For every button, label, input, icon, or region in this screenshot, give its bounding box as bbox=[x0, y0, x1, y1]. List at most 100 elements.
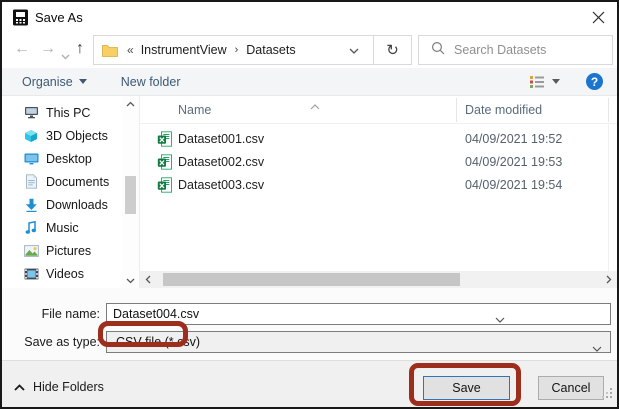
file-date-modified: 04/09/2021 19:54 bbox=[465, 178, 562, 192]
file-name: Dataset001.csv bbox=[178, 132, 264, 146]
organise-button[interactable]: Organise bbox=[22, 75, 87, 89]
table-row[interactable]: Dataset002.csv 04/09/2021 19:53 bbox=[140, 151, 617, 174]
pc-icon bbox=[23, 105, 39, 121]
chevron-down-icon bbox=[552, 79, 560, 84]
breadcrumb-instrumentview[interactable]: InstrumentView bbox=[141, 43, 227, 57]
csv-file-icon bbox=[157, 154, 172, 170]
close-icon[interactable] bbox=[589, 8, 607, 26]
pictures-icon bbox=[23, 243, 39, 259]
address-dropdown-icon[interactable] bbox=[335, 41, 373, 59]
new-folder-label: New folder bbox=[121, 75, 181, 89]
breadcrumb-separator-icon: › bbox=[235, 44, 239, 56]
column-headers: Name Date modified bbox=[140, 96, 617, 124]
sidebar-scrollbar[interactable] bbox=[122, 96, 139, 288]
footer-bar: Hide Folders Save Cancel bbox=[2, 360, 617, 407]
file-name: Dataset003.csv bbox=[178, 178, 264, 192]
app-icon bbox=[12, 9, 29, 26]
breadcrumb-datasets[interactable]: Datasets bbox=[246, 43, 295, 57]
sidebar-item-music[interactable]: Music bbox=[2, 216, 122, 239]
sidebar-item-documents[interactable]: Documents bbox=[2, 170, 122, 193]
command-bar: Organise New folder ? bbox=[2, 68, 617, 96]
file-name-label: File name: bbox=[2, 307, 100, 321]
refresh-icon[interactable]: ↻ bbox=[373, 36, 411, 64]
up-icon[interactable]: ↑ bbox=[76, 39, 84, 59]
desktop-icon bbox=[23, 151, 39, 167]
sidebar-item-label: Pictures bbox=[46, 244, 91, 258]
documents-icon bbox=[23, 174, 39, 190]
sidebar-item-label: Documents bbox=[46, 175, 109, 189]
new-folder-button[interactable]: New folder bbox=[121, 75, 181, 89]
scroll-down-icon[interactable] bbox=[122, 273, 139, 288]
save-as-type-label: Save as type: bbox=[2, 335, 100, 349]
save-fields: File name: Save as type: CSV file (*.csv… bbox=[2, 288, 617, 360]
main-area: This PC 3D Objects Desktop Documents Downloa… bbox=[2, 96, 617, 288]
chevron-down-icon bbox=[79, 79, 87, 84]
details-view-icon bbox=[529, 75, 545, 89]
search-input[interactable] bbox=[454, 43, 615, 57]
file-name: Dataset002.csv bbox=[178, 155, 264, 169]
file-list: Name Date modified Dataset001.csv 04/09/2… bbox=[139, 96, 617, 288]
scrollbar-thumb[interactable] bbox=[125, 176, 136, 214]
save-as-dialog: Save As ← → ↑ « InstrumentView › Dataset… bbox=[0, 0, 619, 409]
view-options-button[interactable] bbox=[529, 75, 560, 89]
history-chevron-icon[interactable] bbox=[61, 46, 70, 66]
horizontal-scrollbar[interactable] bbox=[140, 271, 617, 288]
help-button[interactable]: ? bbox=[586, 73, 603, 90]
save-as-type-select[interactable]: CSV file (*.csv) bbox=[106, 331, 611, 353]
file-date-modified: 04/09/2021 19:53 bbox=[465, 155, 562, 169]
table-row[interactable]: Dataset003.csv 04/09/2021 19:54 bbox=[140, 174, 617, 197]
sidebar-item-label: Videos bbox=[46, 267, 84, 281]
hide-folders-label: Hide Folders bbox=[33, 380, 104, 394]
videos-icon bbox=[23, 266, 39, 282]
forward-icon[interactable]: → bbox=[40, 39, 56, 59]
csv-file-icon bbox=[157, 131, 172, 147]
file-date-modified: 04/09/2021 19:52 bbox=[465, 132, 562, 146]
save-button[interactable]: Save bbox=[423, 376, 510, 400]
breadcrumb: « InstrumentView › Datasets bbox=[94, 36, 335, 64]
scroll-right-icon[interactable] bbox=[601, 271, 617, 288]
sidebar-item-label: 3D Objects bbox=[46, 129, 108, 143]
sort-ascending-icon[interactable] bbox=[310, 97, 320, 115]
resize-grip[interactable] bbox=[602, 386, 613, 404]
chevron-up-icon bbox=[14, 384, 25, 391]
window-title: Save As bbox=[35, 10, 83, 25]
sidebar-item-videos[interactable]: Videos bbox=[2, 262, 122, 285]
title-bar: Save As bbox=[2, 2, 617, 32]
file-name-input[interactable] bbox=[106, 303, 611, 325]
breadcrumb-prefix: « bbox=[127, 43, 134, 57]
table-row[interactable]: Dataset001.csv 04/09/2021 19:52 bbox=[140, 128, 617, 151]
navigation-pane: This PC 3D Objects Desktop Documents Downloa… bbox=[2, 96, 122, 288]
downloads-icon bbox=[23, 197, 39, 213]
search-icon bbox=[431, 41, 445, 60]
sidebar-item-this-pc[interactable]: This PC bbox=[2, 101, 122, 124]
sidebar-item-desktop[interactable]: Desktop bbox=[2, 147, 122, 170]
sidebar-item-label: This PC bbox=[46, 106, 90, 120]
scroll-up-icon[interactable] bbox=[122, 96, 139, 111]
back-icon[interactable]: ← bbox=[14, 39, 30, 59]
sidebar-item-downloads[interactable]: Downloads bbox=[2, 193, 122, 216]
hide-folders-button[interactable]: Hide Folders bbox=[14, 380, 104, 394]
save-as-type-value: CSV file (*.csv) bbox=[107, 335, 200, 349]
column-header-name[interactable]: Name bbox=[178, 103, 211, 117]
folder-icon bbox=[102, 44, 118, 57]
file-rows: Dataset001.csv 04/09/2021 19:52 Dataset002… bbox=[140, 128, 617, 197]
column-divider[interactable] bbox=[456, 98, 457, 122]
file-name-dropdown-icon[interactable] bbox=[495, 310, 505, 328]
sidebar-item-3d-objects[interactable]: 3D Objects bbox=[2, 124, 122, 147]
column-divider[interactable] bbox=[608, 98, 609, 122]
search-box bbox=[418, 35, 613, 65]
column-header-date-modified[interactable]: Date modified bbox=[465, 103, 542, 117]
chevron-down-icon bbox=[592, 339, 602, 357]
scroll-left-icon[interactable] bbox=[140, 271, 156, 288]
sidebar-item-label: Music bbox=[46, 221, 79, 235]
cancel-button[interactable]: Cancel bbox=[538, 376, 604, 400]
sidebar-item-pictures[interactable]: Pictures bbox=[2, 239, 122, 262]
address-row: ← → ↑ « InstrumentView › Datasets ↻ bbox=[2, 32, 617, 68]
scrollbar-thumb[interactable] bbox=[163, 273, 460, 286]
organise-label: Organise bbox=[22, 75, 73, 89]
sidebar-item-label: Desktop bbox=[46, 152, 92, 166]
address-bar[interactable]: « InstrumentView › Datasets ↻ bbox=[93, 35, 412, 65]
music-icon bbox=[23, 220, 39, 236]
csv-file-icon bbox=[157, 177, 172, 193]
cube-icon bbox=[23, 128, 39, 144]
